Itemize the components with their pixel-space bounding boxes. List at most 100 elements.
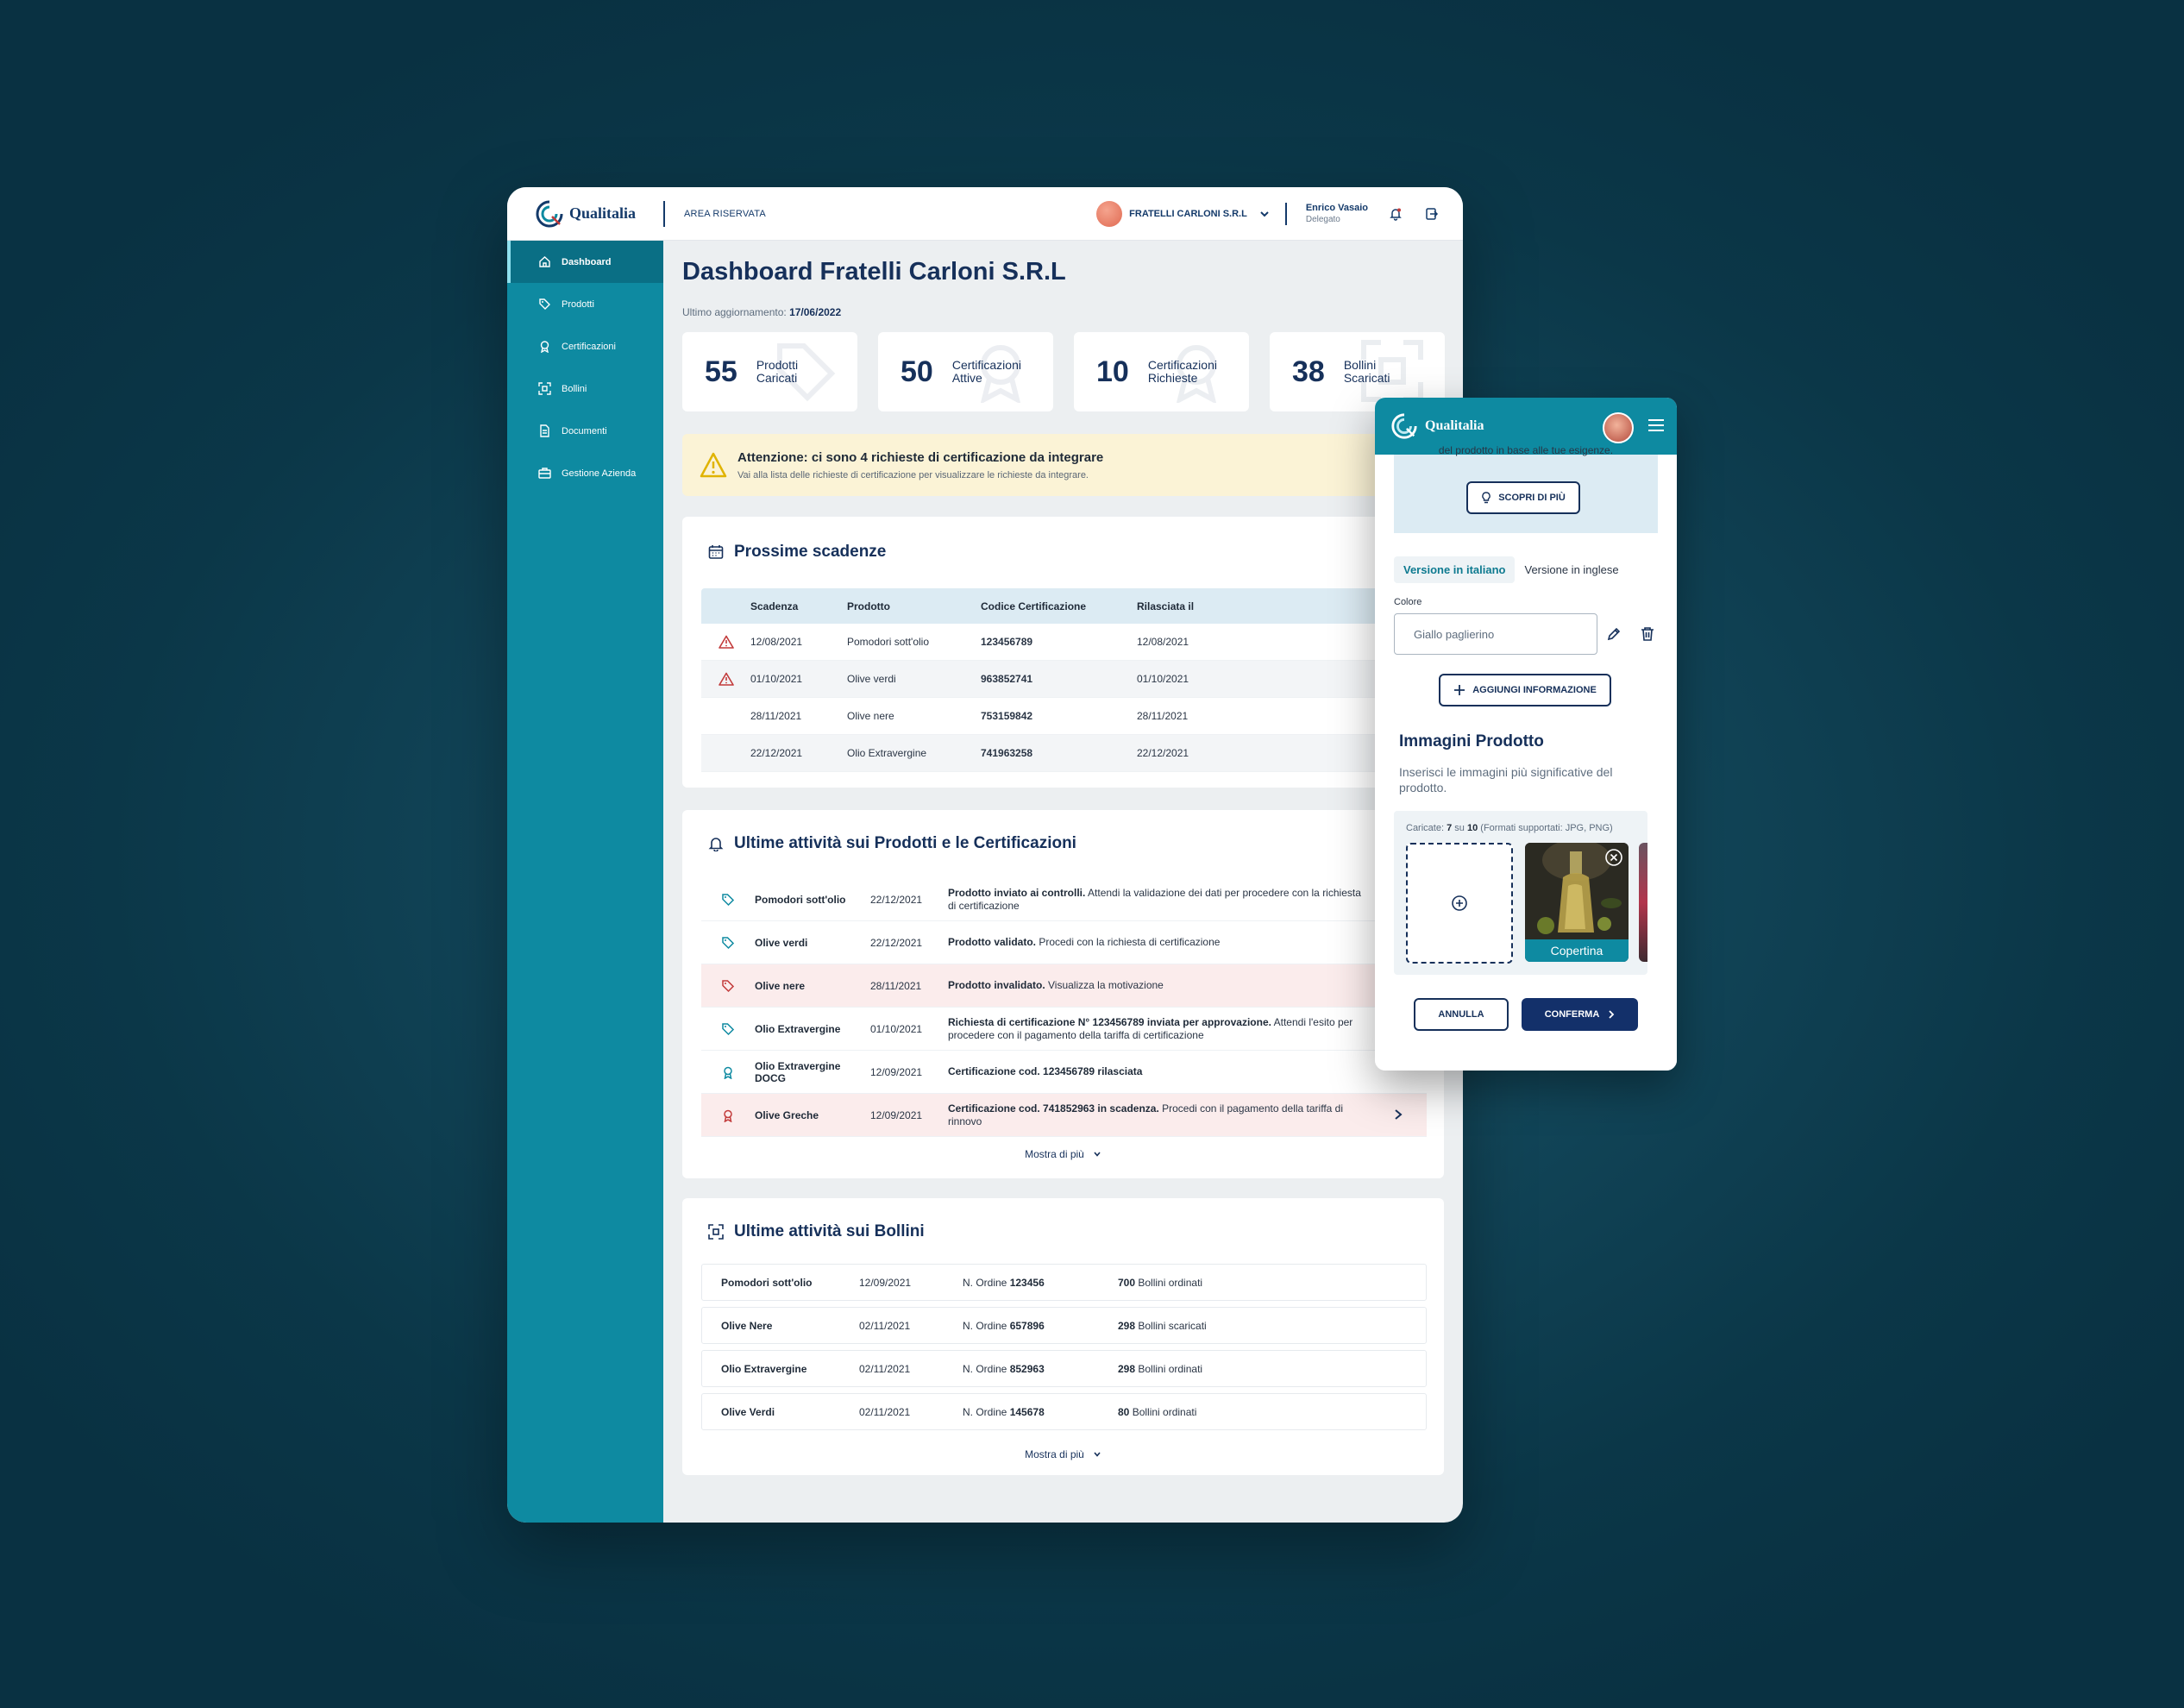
activity-date: 28/11/2021 — [870, 979, 922, 992]
activity-description-bold: Prodotto validato. — [948, 936, 1036, 948]
table-row[interactable]: 22/12/2021 Olio Extravergine 741963258 2… — [701, 735, 1463, 772]
add-image-button[interactable] — [1406, 843, 1513, 964]
bollini-qty: 80 Bollini ordinati — [1118, 1406, 1196, 1418]
table-row[interactable]: 12/08/2021 Pomodori sott'olio 123456789 … — [701, 624, 1463, 661]
sidebar-item-prodotti[interactable]: Prodotti — [507, 283, 663, 325]
cover-caption: Copertina — [1525, 939, 1629, 962]
bollini-row[interactable]: Olive Verdi 02/11/2021 N. Ordine 145678 … — [701, 1393, 1427, 1430]
activity-icon-cell — [701, 979, 755, 993]
pencil-icon[interactable] — [1606, 626, 1622, 642]
show-more-activities[interactable]: Mostra di più — [682, 1148, 1444, 1160]
activity-date: 22/12/2021 — [870, 893, 923, 906]
header-divider-2 — [1284, 203, 1287, 225]
sidebar-item-gestione-azienda[interactable]: Gestione Azienda — [507, 452, 663, 494]
stat-value: 55 — [705, 355, 737, 388]
confirm-label: CONFERMA — [1544, 1009, 1600, 1020]
cell-scadenza: 22/12/2021 — [750, 747, 803, 759]
activity-icon-cell — [701, 1108, 755, 1122]
warning-text: Attenzione: ci sono 4 richieste di certi… — [737, 450, 1103, 480]
qty-text: Bollini scaricati — [1135, 1319, 1207, 1332]
mobile-logo-text: Qualitalia — [1425, 418, 1484, 433]
table-row[interactable]: 28/11/2021 Olive nere 753159842 28/11/20… — [701, 698, 1463, 735]
last-update-label: Ultimo aggiornamento: — [682, 306, 787, 318]
user-block[interactable]: Enrico Vasaio Delegato — [1306, 202, 1368, 226]
confirm-button[interactable]: CONFERMA — [1522, 998, 1638, 1031]
bell-icon — [708, 838, 724, 851]
logout-icon — [1426, 208, 1439, 220]
stat-card-certificazioni-attive[interactable]: 50 Certificazioni Attive — [878, 332, 1053, 411]
alert-triangle-icon — [718, 635, 734, 649]
activity-description-bold: Certificazione cod. 741852963 in scadenz… — [948, 1102, 1159, 1115]
chevron-down-icon[interactable] — [1259, 209, 1270, 219]
activity-row[interactable]: Olive Greche 12/09/2021 Certificazione c… — [701, 1094, 1427, 1137]
tab-english[interactable]: Versione in inglese — [1515, 556, 1628, 583]
activity-row[interactable]: Pomodori sott'olio 22/12/2021 Prodotto i… — [701, 878, 1427, 921]
mobile-avatar[interactable] — [1603, 412, 1634, 443]
cell-codice: 741963258 — [981, 747, 1033, 759]
activity-product: Olive nere — [755, 979, 806, 992]
warning-subtitle: Vai alla lista delle richieste di certif… — [737, 469, 1089, 480]
bollini-qty: 298 Bollini scaricati — [1118, 1320, 1207, 1332]
activity-row[interactable]: Olio Extravergine 01/10/2021 Richiesta d… — [701, 1008, 1427, 1051]
show-more-bollini[interactable]: Mostra di più — [682, 1448, 1444, 1460]
order-number: 852963 — [1009, 1362, 1045, 1375]
sidebar-item-bollini[interactable]: Bollini — [507, 367, 663, 410]
activity-row[interactable]: Olive verdi 22/12/2021 Prodotto validato… — [701, 921, 1427, 964]
sidebar-item-certificazioni[interactable]: Certificazioni — [507, 325, 663, 367]
sidebar-item-documenti[interactable]: Documenti — [507, 410, 663, 452]
bollini-row[interactable]: Pomodori sott'olio 12/09/2021 N. Ordine … — [701, 1264, 1427, 1301]
bollini-product: Pomodori sott'olio — [721, 1276, 813, 1289]
activity-icon-cell — [701, 893, 755, 907]
color-input[interactable] — [1394, 613, 1597, 655]
tag-icon — [777, 343, 836, 402]
calendar-icon — [708, 545, 724, 559]
bollini-order: N. Ordine 852963 — [963, 1363, 1118, 1375]
stat-card-prodotti[interactable]: 55 Prodotti Caricati — [682, 332, 857, 411]
sidebar-item-dashboard[interactable]: Dashboard — [507, 241, 663, 283]
tab-italian[interactable]: Versione in italiano — [1394, 556, 1516, 583]
bollini-product: Olive Nere — [721, 1319, 773, 1332]
close-circle-icon[interactable] — [1604, 848, 1623, 867]
tag-icon — [722, 893, 735, 906]
activities-card: Ultime attività sui Prodotti e le Certif… — [682, 810, 1444, 1178]
hamburger-menu-icon[interactable] — [1647, 418, 1665, 432]
activity-row[interactable]: Olio Extravergine DOCG 12/09/2021 Certif… — [701, 1051, 1427, 1094]
table-row[interactable]: 01/10/2021 Olive verdi 963852741 01/10/2… — [701, 661, 1463, 698]
product-image-cover[interactable]: Copertina — [1525, 843, 1629, 962]
trash-icon[interactable] — [1640, 626, 1655, 642]
uploaded-total: 10 — [1466, 823, 1478, 833]
plus-icon — [1454, 685, 1465, 695]
uploaded-count: 7 — [1447, 823, 1453, 833]
activity-description-bold: Certificazione cod. 123456789 rilasciata — [948, 1065, 1143, 1077]
chevron-right-icon[interactable] — [1392, 1108, 1404, 1121]
cancel-button[interactable]: ANNULLA — [1414, 998, 1509, 1031]
discover-more-button[interactable]: SCOPRI DI PIÙ — [1466, 481, 1580, 514]
activity-date: 01/10/2021 — [870, 1022, 923, 1035]
add-information-button[interactable]: AGGIUNGI INFORMAZIONE — [1439, 674, 1611, 706]
cell-scadenza: 12/08/2021 — [750, 636, 803, 648]
bell-icon — [1390, 208, 1402, 221]
warning-banner[interactable]: Attenzione: ci sono 4 richieste di certi… — [682, 434, 1463, 496]
last-update: Ultimo aggiornamento: 17/06/2022 — [682, 306, 841, 318]
bollini-row[interactable]: Olive Nere 02/11/2021 N. Ordine 657896 2… — [701, 1307, 1427, 1344]
product-image-partial[interactable] — [1639, 843, 1647, 962]
activity-product: Olio Extravergine DOCG — [755, 1059, 841, 1084]
activity-row[interactable]: Olive nere 28/11/2021 Prodotto invalidat… — [701, 964, 1427, 1008]
notification-button[interactable] — [1387, 205, 1404, 223]
activity-icon-cell — [701, 1022, 755, 1036]
qty-number: 298 — [1118, 1319, 1136, 1332]
alert-cell — [701, 672, 750, 686]
chevron-down-icon — [1094, 1152, 1101, 1157]
logout-button[interactable] — [1423, 205, 1440, 223]
qty-text: Bollini ordinati — [1135, 1276, 1203, 1289]
bollini-order: N. Ordine 657896 — [963, 1320, 1118, 1332]
activity-description-text: Visualizza la motivazione — [1045, 979, 1164, 991]
logo[interactable]: Qualitalia — [535, 199, 636, 229]
column-header: Prodotto — [847, 600, 890, 612]
stat-card-certificazioni-richieste[interactable]: 10 Certificazioni Richieste — [1074, 332, 1249, 411]
bollini-product: Olive Verdi — [721, 1405, 775, 1418]
cell-prodotto: Pomodori sott'olio — [847, 636, 930, 648]
bollini-row[interactable]: Olio Extravergine 02/11/2021 N. Ordine 8… — [701, 1350, 1427, 1387]
activities-title: Ultime attività sui Prodotti e le Certif… — [734, 834, 1076, 852]
company-name[interactable]: FRATELLI CARLONI S.R.L — [1129, 209, 1247, 219]
